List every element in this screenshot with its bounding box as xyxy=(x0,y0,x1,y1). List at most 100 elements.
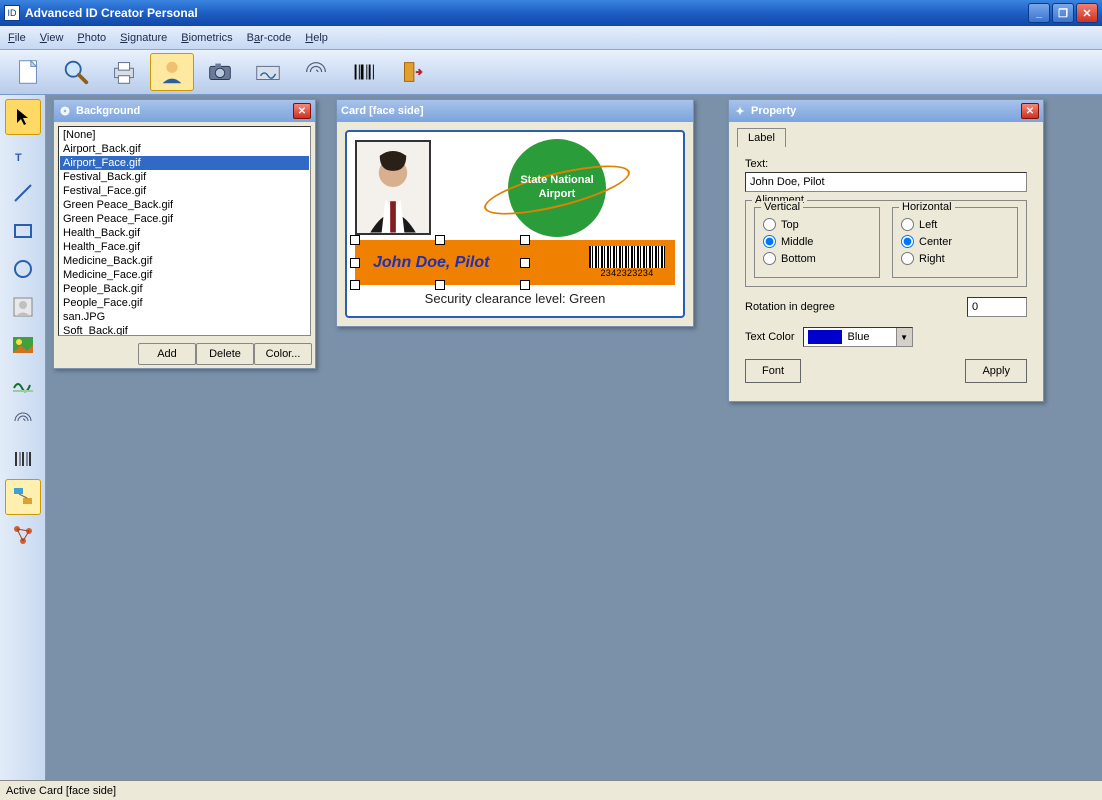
color-button[interactable]: Color... xyxy=(254,343,312,365)
menu-file[interactable]: File xyxy=(8,32,26,44)
card-panel-title: Card [face side] xyxy=(341,105,424,117)
molecule-tool-icon[interactable] xyxy=(5,517,41,553)
main-toolbar xyxy=(0,50,1102,95)
delete-button[interactable]: Delete xyxy=(196,343,254,365)
background-panel: ❂ Background ✕ [None]Airport_Back.gifAir… xyxy=(53,99,316,369)
portrait-tool-icon[interactable] xyxy=(5,289,41,325)
rotation-input[interactable] xyxy=(967,297,1027,317)
tab-label[interactable]: Label xyxy=(737,128,786,147)
side-toolbox: T xyxy=(0,95,46,780)
apply-button[interactable]: Apply xyxy=(965,359,1027,383)
textcolor-row: Text Color Blue ▼ xyxy=(745,327,1027,347)
radio-bottom[interactable]: Bottom xyxy=(763,252,871,265)
selection-handle-icon[interactable] xyxy=(520,280,530,290)
signature-pad-icon[interactable] xyxy=(246,53,290,91)
card-barcode[interactable]: 2342323234 xyxy=(589,246,665,278)
list-item[interactable]: [None] xyxy=(60,128,309,142)
card-canvas-wrap: State National Airport John Doe, Pilot xyxy=(337,122,693,326)
dropdown-arrow-icon[interactable]: ▼ xyxy=(896,328,912,346)
exit-icon[interactable] xyxy=(390,53,434,91)
svg-text:T: T xyxy=(15,152,22,164)
menu-view[interactable]: View xyxy=(40,32,64,44)
textcolor-combo[interactable]: Blue ▼ xyxy=(803,327,913,347)
list-item[interactable]: People_Face.gif xyxy=(60,296,309,310)
barcode-icon[interactable] xyxy=(342,53,386,91)
add-button[interactable]: Add xyxy=(138,343,196,365)
list-item[interactable]: san.JPG xyxy=(60,310,309,324)
text-tool-icon[interactable]: T xyxy=(5,137,41,173)
property-button-row: Font Apply xyxy=(745,359,1027,383)
new-doc-icon[interactable] xyxy=(6,53,50,91)
printer-icon[interactable] xyxy=(102,53,146,91)
property-panel-close-icon[interactable]: ✕ xyxy=(1021,103,1039,119)
menu-photo[interactable]: Photo xyxy=(77,32,106,44)
selection-handle-icon[interactable] xyxy=(350,235,360,245)
text-field[interactable] xyxy=(745,172,1027,192)
menu-help[interactable]: Help xyxy=(305,32,328,44)
background-panel-header[interactable]: ❂ Background ✕ xyxy=(54,100,315,122)
list-item[interactable]: Green Peace_Back.gif xyxy=(60,198,309,212)
circle-tool-icon[interactable] xyxy=(5,251,41,287)
shapes-tool-icon[interactable] xyxy=(5,479,41,515)
radio-top[interactable]: Top xyxy=(763,218,871,231)
property-panel-header[interactable]: ✦ Property ✕ xyxy=(729,100,1043,122)
barcode-tool-icon[interactable] xyxy=(5,441,41,477)
line-tool-icon[interactable] xyxy=(5,175,41,211)
signature-tool-icon[interactable] xyxy=(5,365,41,401)
maximize-button[interactable]: ❐ xyxy=(1052,3,1074,23)
app-icon: ID xyxy=(4,5,20,21)
card-photo[interactable] xyxy=(355,140,431,235)
list-item[interactable]: Medicine_Back.gif xyxy=(60,254,309,268)
id-card[interactable]: State National Airport John Doe, Pilot xyxy=(345,130,685,318)
selection-handle-icon[interactable] xyxy=(435,235,445,245)
selection-handle-icon[interactable] xyxy=(350,258,360,268)
menu-signature[interactable]: Signature xyxy=(120,32,167,44)
list-item[interactable]: Health_Back.gif xyxy=(60,226,309,240)
background-panel-title: Background xyxy=(76,105,140,117)
selection-handle-icon[interactable] xyxy=(520,258,530,268)
alignment-group: Alignment Vertical Top Middle Bottom Hor… xyxy=(745,200,1027,287)
pointer-tool-icon[interactable] xyxy=(5,99,41,135)
list-item[interactable]: Festival_Back.gif xyxy=(60,170,309,184)
list-item[interactable]: Airport_Face.gif xyxy=(60,156,309,170)
property-panel: ✦ Property ✕ Label Text: Alignment Verti… xyxy=(728,99,1044,402)
rotation-label: Rotation in degree xyxy=(745,301,959,313)
fingerprint-icon[interactable] xyxy=(294,53,338,91)
radio-left[interactable]: Left xyxy=(901,218,1009,231)
card-top-row: State National Airport xyxy=(355,140,675,235)
camera-icon[interactable] xyxy=(198,53,242,91)
background-panel-close-icon[interactable]: ✕ xyxy=(293,103,311,119)
color-swatch-icon xyxy=(808,330,842,344)
radio-center[interactable]: Center xyxy=(901,235,1009,248)
selection-handle-icon[interactable] xyxy=(350,280,360,290)
list-item[interactable]: Soft_Back.gif xyxy=(60,324,309,336)
minimize-button[interactable]: _ xyxy=(1028,3,1050,23)
card-name-band[interactable]: John Doe, Pilot 2342323234 xyxy=(355,240,675,285)
list-item[interactable]: Green Peace_Face.gif xyxy=(60,212,309,226)
list-item[interactable]: People_Back.gif xyxy=(60,282,309,296)
background-list[interactable]: [None]Airport_Back.gifAirport_Face.gifFe… xyxy=(58,126,311,336)
avatar-icon[interactable] xyxy=(150,53,194,91)
close-button[interactable]: ✕ xyxy=(1076,3,1098,23)
card-logo[interactable]: State National Airport xyxy=(439,140,675,235)
vertical-group: Vertical Top Middle Bottom xyxy=(754,207,880,278)
list-item[interactable]: Health_Face.gif xyxy=(60,240,309,254)
menu-biometrics[interactable]: Biometrics xyxy=(181,32,232,44)
card-panel-header[interactable]: Card [face side] xyxy=(337,100,693,122)
card-name-text[interactable]: John Doe, Pilot xyxy=(373,254,489,272)
security-line[interactable]: Security clearance level: Green xyxy=(355,291,675,306)
selection-handle-icon[interactable] xyxy=(435,280,445,290)
fingerprint-tool-icon[interactable] xyxy=(5,403,41,439)
list-item[interactable]: Airport_Back.gif xyxy=(60,142,309,156)
menu-barcode[interactable]: Bar-code xyxy=(247,32,292,44)
scenery-tool-icon[interactable] xyxy=(5,327,41,363)
list-item[interactable]: Medicine_Face.gif xyxy=(60,268,309,282)
radio-middle[interactable]: Middle xyxy=(763,235,871,248)
workspace: T ❂ Background ✕ [None]Airport_Back.gifA… xyxy=(0,95,1102,780)
selection-handle-icon[interactable] xyxy=(520,235,530,245)
font-button[interactable]: Font xyxy=(745,359,801,383)
list-item[interactable]: Festival_Face.gif xyxy=(60,184,309,198)
magnifier-icon[interactable] xyxy=(54,53,98,91)
rectangle-tool-icon[interactable] xyxy=(5,213,41,249)
radio-right[interactable]: Right xyxy=(901,252,1009,265)
